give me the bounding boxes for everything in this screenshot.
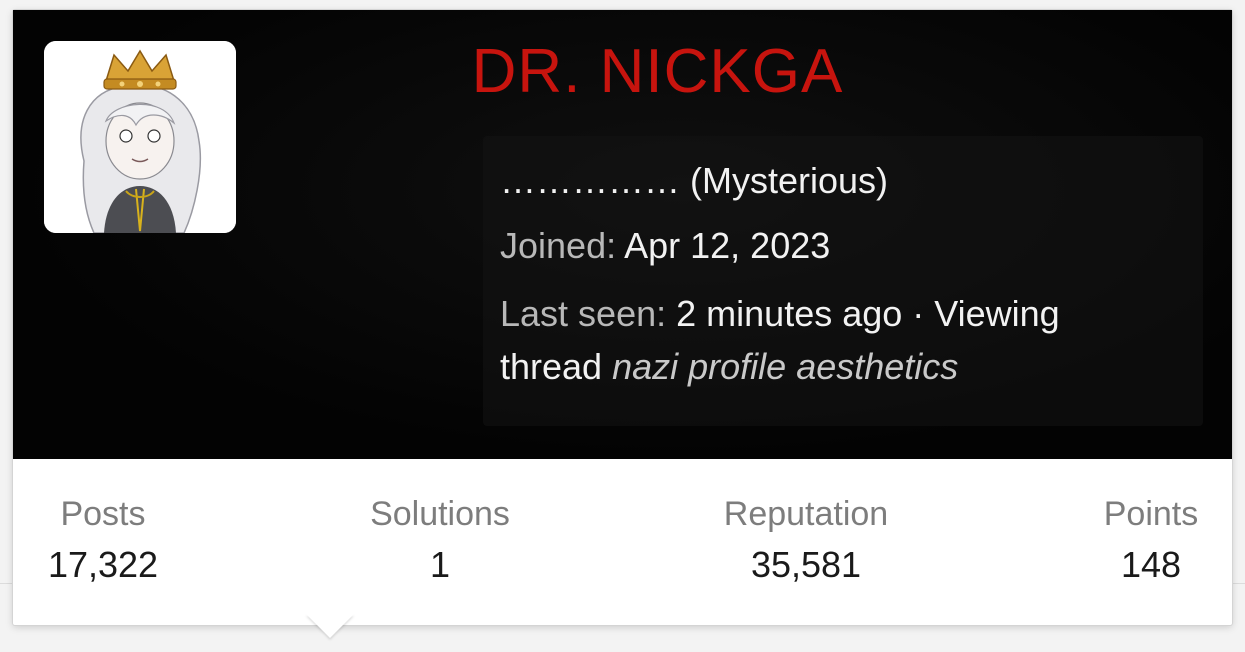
stat-label: Reputation <box>723 495 889 533</box>
stats-row: Posts 17,322 Solutions 1 Reputation 35,5… <box>13 459 1232 625</box>
last-seen-info: Last seen: 2 minutes ago · Viewing threa… <box>500 287 1140 393</box>
stat-value: 1 <box>429 544 451 585</box>
stat-points[interactable]: Points 148 <box>1096 495 1206 586</box>
stat-value: 35,581 <box>750 544 862 585</box>
stat-label: Points <box>1103 495 1199 533</box>
joined-date: Apr 12, 2023 <box>624 225 831 266</box>
username[interactable]: DR. NICKGA <box>13 36 1232 107</box>
stat-label: Posts <box>60 495 146 533</box>
tooltip-pointer <box>306 614 354 638</box>
stat-posts[interactable]: Posts 17,322 <box>43 495 163 586</box>
stat-solutions[interactable]: Solutions 1 <box>365 495 515 586</box>
stat-value: 148 <box>1120 544 1182 585</box>
last-seen-label: Last seen: <box>500 293 667 334</box>
viewing-thread-link[interactable]: nazi profile aesthetics <box>612 346 958 387</box>
joined-label: Joined: <box>500 225 617 266</box>
joined-info: Joined: Apr 12, 2023 <box>500 225 830 267</box>
stat-reputation[interactable]: Reputation 35,581 <box>716 495 896 586</box>
stat-value: 17,322 <box>47 544 159 585</box>
stat-label: Solutions <box>370 495 510 533</box>
user-title: …………… (Mysterious) <box>500 160 889 201</box>
